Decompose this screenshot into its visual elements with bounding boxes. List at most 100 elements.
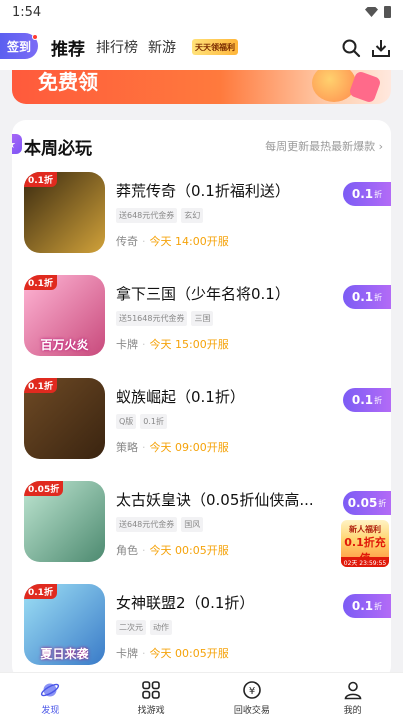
discount-badge[interactable]: 0.1 折 bbox=[343, 285, 391, 309]
game-thumbnail[interactable]: 0.1折 夏日来袭 bbox=[24, 584, 105, 665]
game-row[interactable]: 0.05折 太古妖皇诀（0.05折仙侠高... 送648元代金券 国风 角色 · 今天 00… bbox=[12, 481, 391, 581]
game-tag: 国风 bbox=[181, 517, 204, 532]
game-tag: 二次元 bbox=[116, 620, 146, 635]
server-open-time: 今天 09:00开服 bbox=[149, 441, 229, 454]
separator: · bbox=[142, 338, 146, 351]
game-tag: 送648元代金券 bbox=[116, 208, 178, 223]
discount-badge[interactable]: 0.1 折 bbox=[343, 388, 391, 412]
game-row[interactable]: 0.1折 蚁族崛起（0.1折） Q版 0.1折 策略 · 今天 09:00开服 0.1 折 bbox=[12, 378, 391, 478]
bottom-tab-label: 找游戏 bbox=[137, 706, 165, 716]
game-meta: 策略 · 今天 09:00开服 bbox=[116, 439, 229, 455]
game-title: 太古妖皇诀（0.05折仙侠高... bbox=[116, 491, 314, 509]
game-title: 莽荒传奇（0.1折福利送） bbox=[116, 182, 290, 200]
separator: · bbox=[142, 544, 146, 557]
top-nav: 签到 推荐 排行榜 新游 天天领福利 bbox=[0, 24, 403, 70]
game-tag: 送648元代金券 bbox=[116, 517, 178, 532]
discount-value: 0.1 bbox=[351, 187, 374, 201]
game-tags: Q版 0.1折 bbox=[116, 414, 168, 429]
section-title: 本周必玩 bbox=[24, 139, 92, 159]
discount-value: 0.05 bbox=[347, 496, 378, 510]
star-icon: ★ bbox=[12, 134, 22, 154]
download-icon[interactable] bbox=[371, 38, 391, 58]
game-tags: 送648元代金券 国风 bbox=[116, 517, 204, 532]
game-row[interactable]: 0.1折 莽荒传奇（0.1折福利送） 送648元代金券 玄幻 传奇 · 今天 14:00开服… bbox=[12, 172, 391, 272]
banner-text: 免费领 bbox=[38, 70, 98, 94]
game-row[interactable]: 0.1折 百万火炎 拿下三国（少年名将0.1） 送51648元代金券 三国 卡牌 · 今天 1… bbox=[12, 275, 391, 375]
game-meta: 角色 · 今天 00:05开服 bbox=[116, 542, 229, 558]
game-title: 蚁族崛起（0.1折） bbox=[116, 388, 245, 406]
tab-ranking[interactable]: 排行榜 bbox=[96, 37, 138, 57]
thumbnail-discount-tag: 0.1折 bbox=[24, 584, 57, 599]
game-title: 拿下三国（少年名将0.1） bbox=[116, 285, 290, 303]
section-more-link[interactable]: 每周更新最热最新爆款 › bbox=[265, 138, 383, 154]
discount-badge[interactable]: 0.1 折 bbox=[343, 594, 391, 618]
game-thumbnail[interactable]: 0.1折 百万火炎 bbox=[24, 275, 105, 356]
game-tag: 三国 bbox=[191, 311, 214, 326]
game-tags: 送648元代金券 玄幻 bbox=[116, 208, 204, 223]
server-open-time: 今天 00:05开服 bbox=[149, 544, 229, 557]
planet-icon bbox=[41, 683, 60, 697]
notification-dot bbox=[32, 34, 38, 40]
bottom-nav: 发现 找游戏 ¥ 回收交易 我的 bbox=[0, 672, 403, 718]
separator: · bbox=[142, 647, 146, 660]
thumbnail-label: 百万火炎 bbox=[40, 338, 89, 352]
welfare-badge[interactable]: 天天领福利 bbox=[192, 39, 238, 55]
game-tag: 0.1折 bbox=[140, 414, 168, 429]
discount-badge[interactable]: 0.1 折 bbox=[343, 182, 391, 206]
game-category: 角色 bbox=[116, 544, 138, 557]
discount-badge[interactable]: 0.05 折 bbox=[343, 491, 391, 515]
server-open-time: 今天 00:05开服 bbox=[149, 647, 229, 660]
game-tag: Q版 bbox=[116, 414, 137, 429]
game-category: 传奇 bbox=[116, 235, 138, 248]
game-category: 卡牌 bbox=[116, 647, 138, 660]
game-thumbnail[interactable]: 0.05折 bbox=[24, 481, 105, 562]
server-open-time: 今天 14:00开服 bbox=[149, 235, 229, 248]
person-icon bbox=[344, 681, 362, 700]
promo-line3: 02天 23:59:55 bbox=[341, 557, 389, 567]
game-tag: 动作 bbox=[150, 620, 172, 635]
thumbnail-discount-tag: 0.1折 bbox=[24, 172, 57, 187]
thumbnail-discount-tag: 0.05折 bbox=[24, 481, 64, 496]
status-time: 1:54 bbox=[12, 4, 42, 20]
game-thumbnail[interactable]: 0.1折 bbox=[24, 172, 105, 253]
tab-recommend[interactable]: 推荐 bbox=[51, 35, 85, 60]
game-meta: 传奇 · 今天 14:00开服 bbox=[116, 233, 229, 249]
game-tag: 玄幻 bbox=[181, 208, 204, 223]
discount-unit: 折 bbox=[374, 601, 383, 611]
game-tags: 送51648元代金券 三国 bbox=[116, 311, 214, 326]
discount-value: 0.1 bbox=[351, 290, 374, 304]
game-tag: 送51648元代金券 bbox=[116, 311, 188, 326]
separator: · bbox=[142, 441, 146, 454]
discount-unit: 折 bbox=[378, 498, 387, 508]
bottom-tab-label: 回收交易 bbox=[233, 706, 270, 716]
bottom-tab-find-games[interactable]: 找游戏 bbox=[101, 673, 202, 718]
yuan-icon: ¥ bbox=[243, 681, 261, 699]
game-title: 女神联盟2（0.1折） bbox=[116, 594, 255, 612]
game-meta: 卡牌 · 今天 15:00开服 bbox=[116, 336, 229, 352]
promo-banner[interactable]: 免费领 bbox=[12, 70, 391, 104]
bottom-tab-discover[interactable]: 发现 bbox=[0, 673, 101, 718]
game-tags: 二次元 动作 bbox=[116, 620, 172, 635]
bottom-tab-me[interactable]: 我的 bbox=[302, 673, 403, 718]
game-meta: 卡牌 · 今天 00:05开服 bbox=[116, 645, 229, 661]
weekly-must-play-section: ★ 本周必玩 每周更新最热最新爆款 › 0.1折莽荒传奇（0.1折福利送）送64… bbox=[12, 120, 391, 680]
tab-new-games[interactable]: 新游 bbox=[148, 37, 176, 57]
status-bar: 1:54 bbox=[0, 0, 403, 24]
discount-unit: 折 bbox=[374, 395, 383, 405]
bottom-tab-trade[interactable]: ¥ 回收交易 bbox=[202, 673, 303, 718]
bottom-tab-label: 发现 bbox=[41, 706, 60, 716]
game-row[interactable]: 0.1折 夏日来袭 女神联盟2（0.1折） 二次元 动作 卡牌 · 今天 00:05开服 0.1… bbox=[12, 584, 391, 680]
svg-text:¥: ¥ bbox=[249, 686, 255, 697]
server-open-time: 今天 15:00开服 bbox=[149, 338, 229, 351]
game-category: 策略 bbox=[116, 441, 138, 454]
separator: · bbox=[142, 235, 146, 248]
game-thumbnail[interactable]: 0.1折 bbox=[24, 378, 105, 459]
wifi-icon bbox=[365, 7, 378, 17]
discount-unit: 折 bbox=[374, 189, 383, 199]
newbie-promo-badge[interactable]: 新人福利0.1折充值02天 23:59:55 bbox=[341, 520, 389, 567]
grid-icon bbox=[142, 681, 160, 699]
status-icons bbox=[365, 6, 391, 18]
search-icon[interactable] bbox=[341, 38, 361, 58]
bottom-tab-label: 我的 bbox=[343, 706, 362, 716]
section-header: ★ 本周必玩 每周更新最热最新爆款 › bbox=[12, 120, 391, 168]
